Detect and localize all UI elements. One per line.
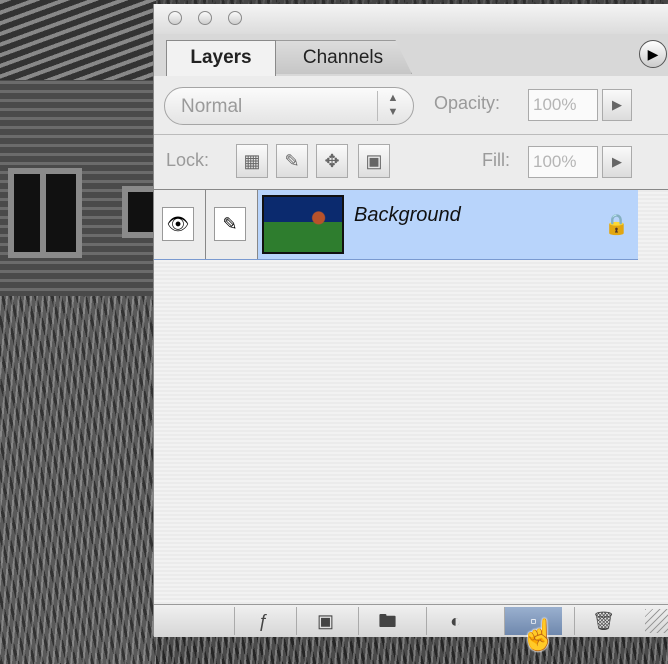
- trash-icon: 🗑: [592, 611, 615, 631]
- lock-image-pixels-button[interactable]: ✎: [276, 144, 308, 178]
- photo-window: [8, 168, 82, 258]
- layer-row-background[interactable]: 👁 ✎ Background 🔒: [154, 190, 638, 260]
- fill-value: 100%: [533, 152, 577, 171]
- layer-style-button[interactable]: ƒ: [234, 607, 292, 635]
- adjustment-layer-icon: ◐: [450, 611, 461, 631]
- opacity-value: 100%: [533, 95, 577, 114]
- new-group-button[interactable]: 🖿: [358, 607, 416, 635]
- fill-input[interactable]: 100%: [528, 146, 598, 178]
- palette-tabs: Channels Layers ▶: [154, 34, 668, 77]
- new-adjustment-layer-button[interactable]: ◐: [426, 607, 484, 635]
- lock-position-button[interactable]: ✥: [316, 144, 348, 178]
- fill-label: Fill:: [482, 150, 510, 170]
- photo-roof: [0, 0, 156, 80]
- palette-bottom-toolbar: ƒ ▣ 🖿 ◐ ▫ 🗑: [154, 604, 668, 637]
- layer-visibility-cell[interactable]: 👁: [154, 190, 206, 259]
- close-window-button[interactable]: [168, 11, 182, 25]
- photo-house: [0, 0, 164, 300]
- layer-thumbnail[interactable]: [262, 195, 344, 254]
- tab-layers[interactable]: Layers: [166, 40, 276, 77]
- fill-slider-button[interactable]: ▶: [602, 146, 632, 178]
- lock-icon: 🔒: [604, 214, 629, 236]
- photo-grass-bottom: [156, 636, 668, 664]
- layer-link-cell[interactable]: ✎: [206, 190, 258, 259]
- blend-mode-stepper-icon[interactable]: ▲ ▼: [377, 91, 408, 121]
- opacity-slider-button[interactable]: ▶: [602, 89, 632, 121]
- tab-layers-label: Layers: [190, 47, 252, 68]
- lock-label: Lock:: [166, 150, 210, 170]
- lock-all-button[interactable]: ▣: [358, 144, 390, 178]
- blend-mode-select[interactable]: Normal ▲ ▼: [164, 87, 414, 125]
- paintbrush-icon: ✎: [214, 207, 246, 241]
- tab-channels-label: Channels: [302, 47, 384, 68]
- add-layer-mask-button[interactable]: ▣: [296, 607, 354, 635]
- tab-channels[interactable]: Channels: [274, 40, 412, 74]
- folder-icon: 🖿: [378, 611, 397, 631]
- layers-palette: Channels Layers ▶ Normal ▲ ▼ Opacity: 100…: [153, 4, 668, 637]
- layer-mask-icon: ▣: [316, 611, 334, 631]
- photo-grass: [0, 296, 156, 664]
- palette-titlebar[interactable]: [154, 4, 668, 34]
- resize-grip-icon[interactable]: [645, 609, 668, 633]
- opacity-input[interactable]: 100%: [528, 89, 598, 121]
- layer-style-icon: ƒ: [258, 611, 269, 631]
- palette-menu-arrow-icon[interactable]: ▶: [639, 40, 667, 68]
- opacity-label: Opacity:: [434, 93, 501, 113]
- layers-list: 👁 ✎ Background 🔒: [154, 190, 668, 604]
- lock-fill-row: Lock: ▦ ✎ ✥ ▣ Fill: 100% ▶: [154, 135, 668, 190]
- blend-opacity-row: Normal ▲ ▼ Opacity: 100% ▶: [154, 76, 668, 135]
- delete-layer-button[interactable]: 🗑: [574, 607, 632, 635]
- lock-transparent-pixels-button[interactable]: ▦: [236, 144, 268, 178]
- zoom-window-button[interactable]: [228, 11, 242, 25]
- minimize-window-button[interactable]: [198, 11, 212, 25]
- hand-cursor-icon: ☝: [520, 619, 558, 652]
- eye-icon[interactable]: 👁: [162, 207, 194, 241]
- blend-mode-value: Normal: [181, 96, 243, 117]
- layer-name[interactable]: Background: [354, 204, 461, 227]
